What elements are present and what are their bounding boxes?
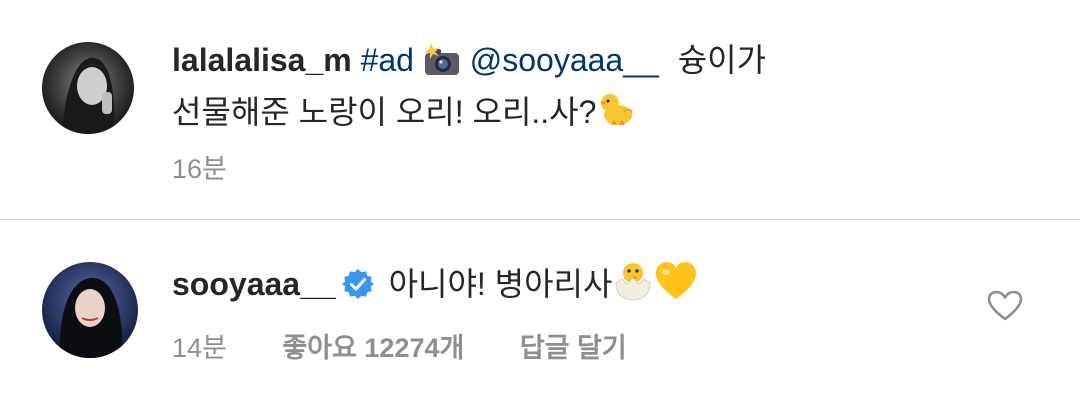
comment-lalalalisa: lalalalisa_m #ad @sooyaaa__ 슝이가 선물해준 노랑이… — [0, 0, 1080, 219]
verified-badge-icon — [341, 266, 374, 312]
timestamp: 14분 — [172, 333, 227, 363]
avatar[interactable] — [42, 262, 138, 358]
comment-body-part2: 선물해준 노랑이 오리! 오리..사? — [172, 94, 597, 130]
camera-with-flash-icon — [423, 43, 461, 89]
yellow-heart-icon — [654, 261, 698, 313]
username[interactable]: lalalalisa_m — [172, 42, 352, 78]
comment-meta: 14분 좋아요 12274개 답글 달기 — [172, 326, 675, 365]
comment-body-part1: 슝이가 — [677, 42, 767, 78]
comment-meta: 16분 — [172, 147, 275, 186]
hashtag[interactable]: #ad — [361, 42, 414, 78]
heart-icon[interactable] — [987, 290, 1023, 322]
comment-text: lalalalisa_m #ad @sooyaaa__ 슝이가 선물해준 노랑이… — [172, 37, 892, 141]
timestamp: 16분 — [172, 154, 227, 184]
comment-body: 아니야! 병아리사 — [388, 266, 613, 302]
mention[interactable]: @sooyaaa__ — [470, 42, 659, 78]
avatar[interactable] — [42, 42, 134, 134]
likes-count[interactable]: 좋아요 12274개 — [282, 333, 464, 363]
comment-sooyaaa: sooyaaa__ 아니야! 병아리사 14분 좋아요 12274개 답글 달기 — [0, 220, 1080, 401]
hatching-chick-icon — [612, 259, 654, 313]
comment-text: sooyaaa__ 아니야! 병아리사 — [172, 259, 952, 313]
username[interactable]: sooyaaa__ — [172, 266, 336, 302]
reply-button[interactable]: 답글 달기 — [520, 333, 627, 363]
baby-chick-icon — [596, 89, 636, 141]
